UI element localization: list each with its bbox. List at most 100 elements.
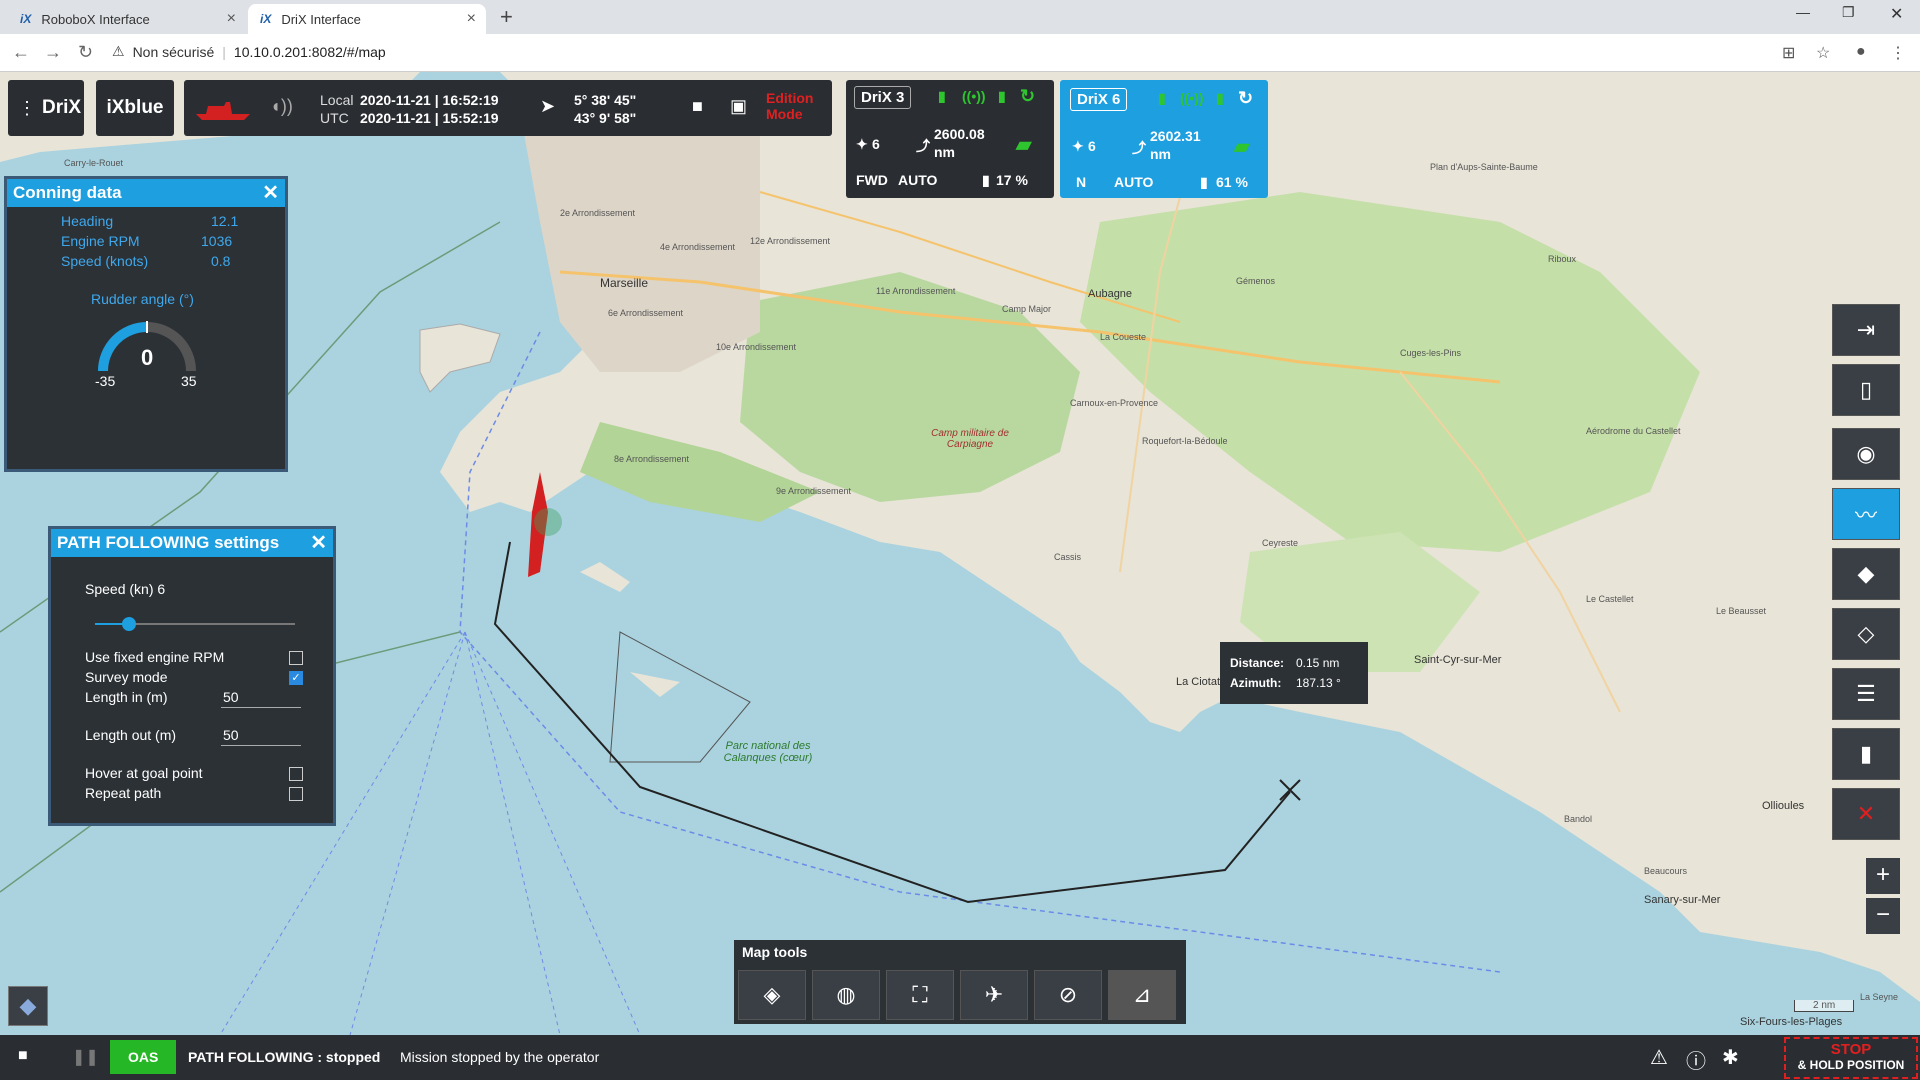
battery-icon: ▮: [998, 88, 1006, 104]
drix3-name: DriX 3: [854, 86, 912, 109]
repeat-checkbox[interactable]: [289, 787, 303, 801]
map-label: Ceyreste: [1262, 538, 1299, 548]
map-label: Aubagne: [1088, 288, 1133, 300]
url-field[interactable]: ⚠ Non sécurisé | 10.10.0.201:8082/#/map: [112, 43, 386, 60]
rudder-max: 35: [181, 373, 197, 389]
path-following-header: PATH FOLLOWING settings ✕: [51, 529, 333, 557]
map-label: 2e Arrondissement: [560, 208, 636, 218]
conning-data-panel: Conning data ✕ Heading 12.1 Engine RPM 1…: [4, 176, 288, 472]
survey-checkbox[interactable]: ✓: [289, 671, 303, 685]
stop-mission-icon[interactable]: ■: [18, 1047, 28, 1065]
import-button[interactable]: ⇥: [1832, 304, 1900, 356]
alert-icon[interactable]: ⓘ: [1686, 1045, 1706, 1074]
target-button[interactable]: ◉: [1832, 428, 1900, 480]
map-label: La Ciotat: [1176, 676, 1221, 688]
path-button[interactable]: 〰: [1832, 488, 1900, 540]
translate-icon[interactable]: ⊞: [1782, 43, 1795, 63]
trash-icon: ▮: [1859, 741, 1873, 766]
back-icon[interactable]: ←: [12, 42, 30, 63]
map-tools-title: Map tools: [742, 944, 808, 960]
close-tab-icon[interactable]: ×: [467, 10, 476, 28]
map-label: Camp Major: [1002, 304, 1052, 314]
close-window-icon[interactable]: ✕: [1890, 4, 1903, 24]
json-file-button[interactable]: ▯: [1832, 364, 1900, 416]
path-following-status: PATH FOLLOWING : stopped: [188, 1049, 381, 1065]
stop-hold-button[interactable]: STOP & HOLD POSITION: [1784, 1037, 1918, 1079]
oas-button[interactable]: OAS: [110, 1040, 177, 1074]
label-outline-button[interactable]: ◇: [1832, 608, 1900, 660]
layers-button[interactable]: ◈: [738, 970, 806, 1020]
layers-off-button[interactable]: ⊘: [1034, 970, 1102, 1020]
path-following-panel: PATH FOLLOWING settings ✕ Speed (kn) 6 U…: [48, 526, 336, 826]
star-icon[interactable]: ☆: [1816, 43, 1830, 63]
ruler-button[interactable]: ⊿: [1108, 970, 1176, 1020]
reload-icon[interactable]: ↻: [78, 42, 93, 63]
label-outline-icon: ◇: [1857, 621, 1875, 646]
speed-label: Speed (kn) 6: [85, 581, 166, 597]
layers-icon: ◈: [763, 982, 781, 1007]
slider-thumb[interactable]: [122, 617, 136, 631]
warning-icon[interactable]: ⚠: [1650, 1045, 1668, 1070]
globe-icon: ◍: [836, 982, 856, 1007]
list-button[interactable]: ☰: [1832, 668, 1900, 720]
fullscreen-button[interactable]: ⛶: [886, 970, 954, 1020]
restore-icon[interactable]: ❐: [1842, 4, 1855, 21]
map-label: Cassis: [1054, 552, 1082, 562]
pause-icon[interactable]: ❚❚: [72, 1047, 99, 1067]
map-label: 12e Arrondissement: [750, 236, 831, 246]
bug-icon[interactable]: ✱: [1722, 1045, 1739, 1070]
profile-icon[interactable]: ●: [1856, 43, 1866, 61]
status-message: Mission stopped by the operator: [400, 1049, 600, 1065]
new-tab-button[interactable]: +: [500, 4, 513, 30]
gear-state: FWD: [856, 172, 888, 188]
save-icon[interactable]: ▣: [730, 96, 747, 117]
close-icon[interactable]: ✕: [262, 179, 279, 207]
label-button[interactable]: ◆: [1832, 548, 1900, 600]
ixblue-logo: iXblue: [96, 80, 174, 136]
wifi-icon: ((•)): [962, 88, 986, 104]
zoom-out-button[interactable]: −: [1866, 898, 1900, 934]
close-button[interactable]: ✕: [1832, 788, 1900, 840]
map-label: 4e Arrondissement: [660, 242, 736, 252]
menu-icon[interactable]: ⋮: [1890, 43, 1906, 63]
speed-slider[interactable]: [95, 617, 295, 631]
globe-button[interactable]: ◍: [812, 970, 880, 1020]
rudder-title: Rudder angle (°): [91, 291, 194, 307]
battery-icon: ▮: [1216, 90, 1224, 106]
distance-value: 2602.31: [1150, 128, 1201, 144]
drix6-status-panel[interactable]: DriX 6 ▮ ((•)) ▮ ↻ ✦ 6 ⤴ 2602.31 nm ▰ N …: [1060, 80, 1268, 198]
utc-time: 2020-11-21 | 15:52:19: [360, 110, 499, 126]
fixed-rpm-checkbox[interactable]: [289, 651, 303, 665]
sync-icon: ↻: [1238, 88, 1254, 108]
map-label: Parc national des Calanques (cœur): [723, 740, 813, 764]
distance-unit: nm: [934, 144, 955, 160]
sync-icon: ↻: [1020, 86, 1036, 106]
forward-icon[interactable]: →: [44, 42, 62, 63]
vessel-button[interactable]: ✈: [960, 970, 1028, 1020]
tab-robobox[interactable]: iX RoboboX Interface ×: [8, 4, 246, 34]
distance-icon: ⤴: [916, 138, 930, 154]
zoom-in-button[interactable]: +: [1866, 858, 1900, 894]
hover-checkbox[interactable]: [289, 767, 303, 781]
minimize-icon[interactable]: —: [1796, 4, 1810, 20]
path-icon: 〰: [1854, 503, 1877, 528]
length-out-field[interactable]: 50: [223, 727, 239, 743]
base-layer-button[interactable]: ◆: [8, 986, 48, 1026]
camera-icon[interactable]: ■: [692, 96, 703, 117]
tab-drix[interactable]: iX DriX Interface ×: [248, 4, 486, 34]
json-file-icon: ▯: [1859, 377, 1873, 402]
map-label: Six-Fours-les-Plages: [1740, 1016, 1843, 1028]
close-tab-icon[interactable]: ×: [227, 10, 236, 28]
conning-header: Conning data ✕: [7, 179, 285, 207]
ixblue-label: iXblue: [106, 97, 164, 118]
drix3-status-panel[interactable]: DriX 3 ▮ ((•)) ▮ ↻ ✦ 6 ⤴ 2600.08 nm ▰ FW…: [846, 80, 1054, 198]
label-icon: ◆: [1857, 561, 1875, 586]
map-label: 6e Arrondissement: [608, 308, 684, 318]
drix-menu-button[interactable]: ⋮ DriX: [8, 80, 84, 136]
map-label: La Seyne: [1860, 992, 1899, 1002]
trash-button[interactable]: ▮: [1832, 728, 1900, 780]
fullscreen-icon: ⛶: [912, 982, 928, 1007]
close-icon[interactable]: ✕: [310, 529, 327, 557]
length-in-field[interactable]: 50: [223, 689, 239, 705]
fuel-icon: ▮: [982, 172, 990, 188]
